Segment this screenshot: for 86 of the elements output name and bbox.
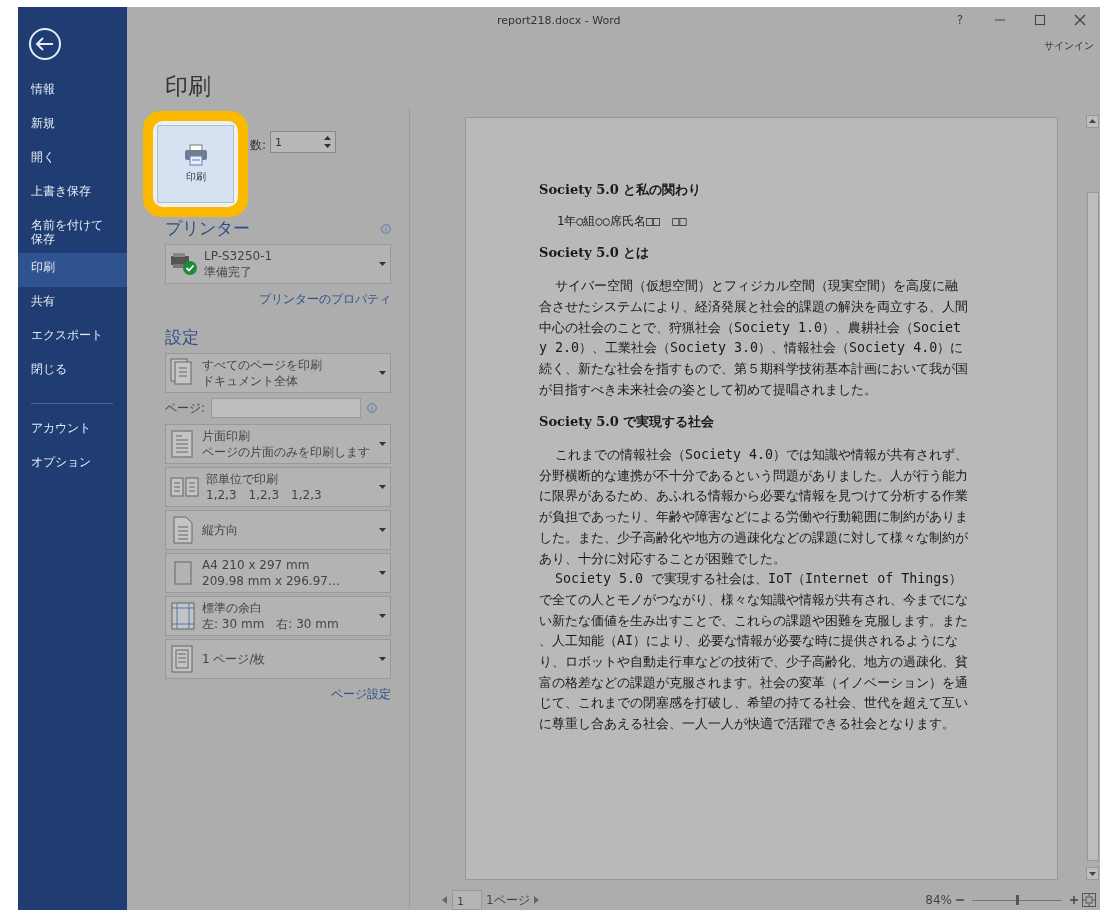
- caret-icon: [379, 657, 386, 661]
- sign-in-link[interactable]: サインイン: [1044, 39, 1094, 53]
- printer-dropdown[interactable]: LP-S3250-1 準備完了: [165, 244, 391, 284]
- setting-title: 部単位で印刷: [206, 471, 279, 487]
- document-paragraph: これまでの情報社会（Society 4.0）では知識や情報が共有されず、分野横断的な連携が不十分であるという問題がありました。人が行う能力に限界があるため、あふれる情報から必要な情報を見つけて分析する作業が負担であったり、年齢や障害などによる労働や行動範囲に制約がありました。また、少子高齢化や地方の過疎化などの課題に対して様々な制約があり、十分に対応することが困難でした。: [539, 446, 969, 568]
- scroll-down-icon[interactable]: [1086, 867, 1099, 880]
- help-button[interactable]: ?: [940, 13, 980, 27]
- page-count: 1ページ: [486, 891, 530, 909]
- setting-title: 標準の余白: [202, 600, 263, 616]
- page-icon: [170, 644, 196, 674]
- document-paragraph: Society 5.0 で実現する社会は、IoT（Internet of Things）で全ての人とモノがつながり、様々な知識や情報が共有され、今までにない新たな価値を生み出すことで、これらの課題や困難を克服します。また、人工知能（AI）により、必要な情報が必要な時に提供されるようになり、ロボットや自動走行車などの技術で、少子高齢化、地方の過疎化、貧富の格差などの課題が克服されます。社会の変革（イノベーション）を通じて、これまでの閉塞感を打破し、希望の持てる社会、世代を超えて互いに尊重し合あえる社会、一人一人が快適で活躍できる社会となります。: [539, 570, 969, 734]
- window-title: report218.docx - Word: [496, 13, 622, 27]
- caret-icon: [379, 442, 386, 446]
- caret-icon: [379, 614, 386, 618]
- setting-dropdown[interactable]: 縦方向: [165, 510, 391, 550]
- margins-icon: [170, 601, 196, 631]
- printer-icon: [183, 144, 208, 166]
- page-setup-link[interactable]: ページ設定: [331, 686, 391, 703]
- menu-item[interactable]: 新規: [18, 109, 127, 143]
- zoom-out-icon[interactable]: [956, 896, 964, 904]
- caret-icon: [379, 262, 386, 266]
- printer-heading: プリンター: [165, 217, 250, 240]
- page-number-field[interactable]: 1: [452, 890, 482, 910]
- setting-title: 縦方向: [202, 522, 239, 538]
- scrollbar-thumb[interactable]: [1086, 192, 1099, 861]
- menu-item[interactable]: エクスポート: [18, 321, 127, 355]
- menu-item[interactable]: 上書き保存: [18, 177, 127, 211]
- document-paragraph: サイバー空間（仮想空間）とフィジカル空間（現実空間）を高度に融合させたシステムにより、経済発展と社会的課題の解決を両立する、人間中心の社会のことで、狩猟社会（Society 1.0）、農耕社会（Society 2.0）、工業社会（Society 3.0）、情報社会（Society 4.0）に続く、新たな社会を指すもので、第５期科学技術基本計画において我が国が目指すべき未来社会の姿として初めて提唱されました。: [539, 277, 969, 399]
- menu-item[interactable]: 開く: [18, 143, 127, 177]
- settings-heading: 設定: [165, 326, 199, 349]
- pages-label: ページ:: [165, 399, 206, 417]
- back-icon[interactable]: [28, 27, 62, 61]
- setting-title: 1 ページ/枚: [202, 651, 267, 667]
- spin-arrows-icon: [324, 136, 332, 148]
- document-title: Society 5.0 と私の関わり: [539, 181, 703, 199]
- menu-item[interactable]: 印刷: [18, 253, 127, 287]
- caret-icon: [379, 371, 386, 375]
- fit-page-icon[interactable]: [1082, 893, 1096, 907]
- zoom-slider-thumb[interactable]: [1016, 894, 1019, 905]
- setting-title: 片面印刷: [202, 428, 251, 444]
- portrait-page-icon: [170, 515, 196, 545]
- close-icon[interactable]: [1074, 14, 1086, 26]
- menu-item[interactable]: 共有: [18, 287, 127, 321]
- scroll-up-icon[interactable]: [1086, 115, 1099, 128]
- copies-spinner[interactable]: 1: [270, 131, 337, 153]
- printer-status: 準備完了: [204, 264, 253, 280]
- setting-dropdown[interactable]: A4 210 x 297 mm 209.98 mm x 296.97…: [165, 553, 391, 593]
- setting-title: A4 210 x 297 mm: [202, 557, 311, 573]
- caret-icon: [379, 485, 386, 489]
- setting-dropdown[interactable]: 部単位で印刷 1,2,3 1,2,3 1,2,3: [165, 467, 391, 507]
- setting-subtitle: ページの片面のみを印刷します: [202, 444, 371, 460]
- menu-item[interactable]: 閉じる: [18, 355, 127, 389]
- print-button[interactable]: 印刷: [157, 125, 234, 203]
- previous-page-icon[interactable]: [442, 896, 448, 904]
- document-heading: Society 5.0 とは: [539, 244, 651, 263]
- caret-icon: [379, 528, 386, 532]
- collate-icon: [170, 475, 200, 499]
- document-heading: Society 5.0 で実現する社会: [539, 413, 716, 432]
- info-icon: [381, 223, 391, 234]
- next-page-icon[interactable]: [533, 896, 540, 904]
- caret-icon: [379, 571, 386, 575]
- pages-field[interactable]: [211, 398, 362, 418]
- setting-subtitle: 左: 30 mm 右: 30 mm: [202, 616, 340, 632]
- setting-dropdown[interactable]: すべてのページを印刷 ドキュメント全体: [165, 353, 391, 393]
- setting-subtitle: ドキュメント全体: [202, 373, 299, 389]
- zoom-in-icon[interactable]: [1070, 896, 1078, 904]
- document-icon: [170, 429, 196, 459]
- menu-item[interactable]: アカウント: [18, 414, 127, 448]
- menu-item[interactable]: 名前を付けて保存: [18, 211, 127, 253]
- info-icon: [367, 403, 378, 413]
- setting-dropdown[interactable]: 1 ページ/枚: [165, 639, 391, 679]
- page-title: 印刷: [165, 72, 212, 101]
- setting-subtitle: 209.98 mm x 296.97…: [202, 573, 341, 589]
- printer-ready-icon: [170, 252, 198, 276]
- setting-dropdown[interactable]: 標準の余白 左: 30 mm 右: 30 mm: [165, 596, 391, 636]
- printer-properties-link[interactable]: プリンターのプロパティ: [259, 291, 391, 308]
- copies-label: 数:: [250, 137, 267, 154]
- setting-subtitle: 1,2,3 1,2,3 1,2,3: [206, 487, 323, 503]
- menu-item[interactable]: オプション: [18, 448, 127, 482]
- setting-dropdown[interactable]: 片面印刷 ページの片面のみを印刷します: [165, 424, 391, 464]
- setting-title: すべてのページを印刷: [202, 357, 323, 373]
- maximize-icon[interactable]: [1034, 14, 1046, 26]
- printer-name: LP-S3250-1: [204, 248, 274, 264]
- author-line: 1年○組○○席氏名□□ □□: [556, 212, 688, 230]
- menu-item[interactable]: 情報: [18, 75, 127, 109]
- zoom-level: 84%: [925, 893, 952, 907]
